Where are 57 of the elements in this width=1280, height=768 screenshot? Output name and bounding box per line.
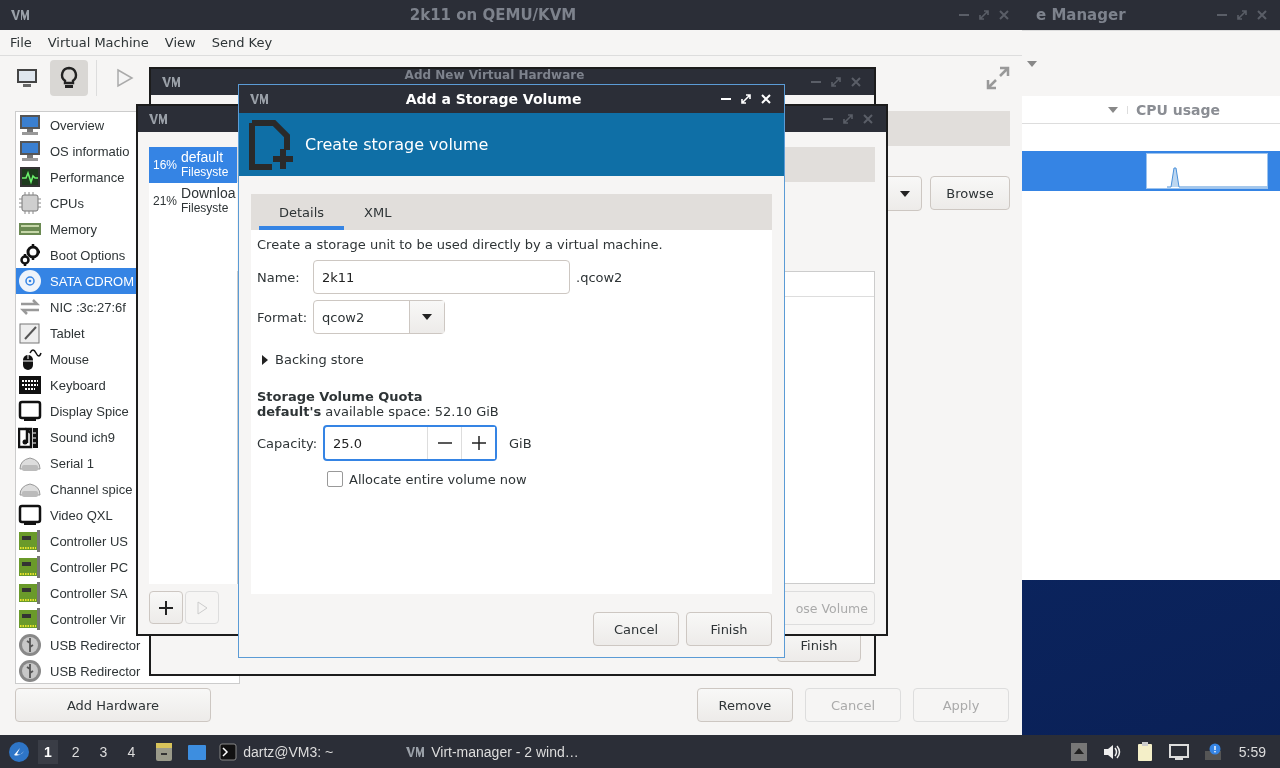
hardware-item[interactable]: Tablet xyxy=(16,320,239,346)
add-hardware-button[interactable]: Add Hardware xyxy=(15,688,211,722)
extension-label: .qcow2 xyxy=(576,269,623,285)
field-label: Name: xyxy=(257,269,301,285)
window-title: Add New Virtual Hardware xyxy=(403,69,586,82)
description-text: Create a storage unit to be used directly by a virtual machine. xyxy=(257,237,663,252)
hardware-item[interactable]: Mouse xyxy=(16,346,239,372)
tab[interactable]: XML xyxy=(344,194,412,230)
field-label: Format: xyxy=(257,309,309,325)
menu-item[interactable]: Send Key xyxy=(203,35,281,50)
workspace-button[interactable]: 2 xyxy=(65,739,86,764)
available-space-text: default's available space: 52.10 GiB xyxy=(257,404,499,419)
hardware-item[interactable]: Video QXL xyxy=(16,502,239,528)
capacity-spinner[interactable]: 25.0 xyxy=(323,425,497,461)
pool-type: Filesyste xyxy=(181,201,230,216)
format-combo[interactable]: qcow2 xyxy=(313,300,445,334)
workspace-button[interactable]: 3 xyxy=(93,739,114,764)
workspace-button[interactable]: 1 xyxy=(38,739,58,764)
hardware-item[interactable]: NIC :3c:27:6f xyxy=(16,294,239,320)
window-title: Add a Storage Volume xyxy=(404,91,583,107)
workspace-button[interactable]: 4 xyxy=(121,739,142,764)
hardware-item[interactable]: Memory xyxy=(16,216,239,242)
menu-item[interactable]: View xyxy=(156,35,204,50)
hardware-item[interactable]: Overview xyxy=(16,112,239,138)
hardware-item[interactable]: Display Spice xyxy=(16,398,239,424)
browse-button[interactable]: Browse xyxy=(930,176,1010,210)
hardware-item[interactable]: Boot Options xyxy=(16,242,239,268)
hardware-item[interactable]: Keyboard xyxy=(16,372,239,398)
hardware-item[interactable]: Channel spice xyxy=(16,476,239,502)
cancel-button[interactable]: Cancel xyxy=(593,612,679,646)
menu-item[interactable]: File xyxy=(2,35,40,50)
clock[interactable]: 5:59 xyxy=(1238,743,1272,760)
taskbar-button[interactable]: Virt-manager - 2 wind… xyxy=(401,742,583,761)
pool-name: Downloa xyxy=(181,186,236,201)
hardware-item[interactable]: USB Redirector xyxy=(16,632,239,658)
taskbar-button[interactable]: dartz@VM3: ~ xyxy=(215,742,394,761)
section-title: Storage Volume Quota xyxy=(257,389,423,404)
hardware-item[interactable]: Controller PC xyxy=(16,554,239,580)
banner-title: Create storage volume xyxy=(305,135,489,154)
name-field[interactable]: 2k11 xyxy=(313,260,570,294)
field-label: Capacity: xyxy=(257,435,317,451)
pool-type: Filesyste xyxy=(181,165,229,180)
hardware-item[interactable]: Controller SA xyxy=(16,580,239,606)
menu-item[interactable]: Virtual Machine xyxy=(39,35,157,50)
hardware-item[interactable]: Controller Vir xyxy=(16,606,239,632)
window-title: e Manager xyxy=(1036,6,1126,24)
unit-label: GiB xyxy=(509,435,532,451)
backing-store-expander[interactable]: Backing store xyxy=(261,352,364,367)
hardware-item[interactable]: Sound ich9 xyxy=(16,424,239,450)
hardware-item[interactable]: USB Redirector xyxy=(16,658,239,683)
remove-button[interactable]: Remove xyxy=(697,688,793,722)
allocate-checkbox[interactable]: Allocate entire volume now xyxy=(327,471,527,487)
window-title: 2k11 on QEMU/KVM xyxy=(408,6,578,24)
finish-button[interactable]: Finish xyxy=(686,612,772,646)
pool-name: default xyxy=(181,150,225,165)
hardware-item[interactable]: Controller US xyxy=(16,528,239,554)
hardware-item[interactable]: Serial 1 xyxy=(16,450,239,476)
